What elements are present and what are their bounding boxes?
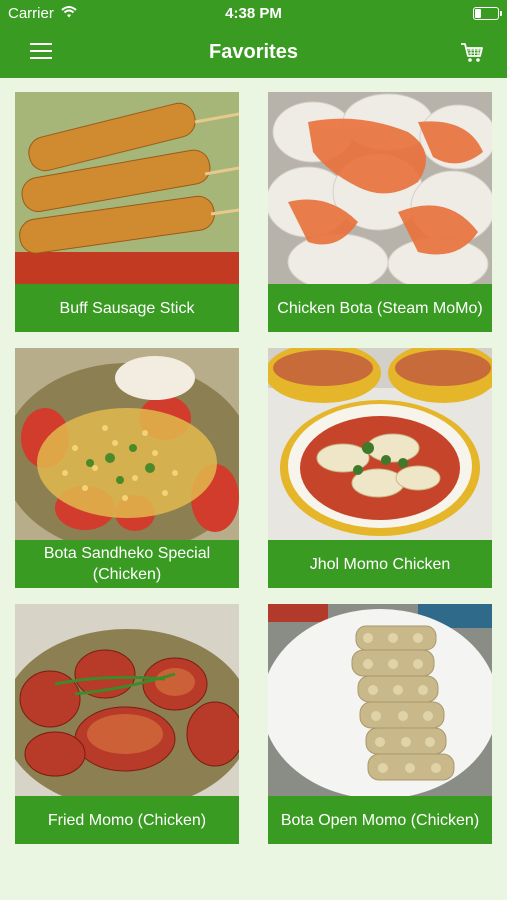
favorite-card-fried-momo-chicken[interactable]: Fried Momo (Chicken) bbox=[15, 604, 239, 844]
favorite-name: Jhol Momo Chicken bbox=[268, 540, 492, 588]
status-bar: Carrier 4:38 PM bbox=[0, 0, 507, 28]
favorite-name: Bota Open Momo (Chicken) bbox=[268, 796, 492, 844]
food-photo bbox=[268, 348, 492, 540]
food-photo bbox=[15, 92, 239, 284]
favorite-name: Bota Sandheko Special (Chicken) bbox=[15, 540, 239, 588]
favorite-card-bota-open-momo-chicken[interactable]: Bota Open Momo (Chicken) bbox=[268, 604, 492, 844]
page-title: Favorites bbox=[209, 41, 298, 63]
favorite-card-chicken-bota[interactable]: Chicken Bota (Steam MoMo) bbox=[268, 92, 492, 332]
food-photo bbox=[268, 92, 492, 284]
nav-bar: Favorites bbox=[0, 28, 507, 78]
favorite-card-bota-sandheko-special[interactable]: Bota Sandheko Special (Chicken) bbox=[15, 348, 239, 588]
favorite-name: Fried Momo (Chicken) bbox=[15, 796, 239, 844]
clock: 4:38 PM bbox=[225, 5, 282, 22]
shopping-cart-icon[interactable] bbox=[459, 39, 485, 65]
favorite-card-jhol-momo-chicken[interactable]: Jhol Momo Chicken bbox=[268, 348, 492, 588]
food-photo bbox=[15, 604, 239, 796]
favorite-name: Chicken Bota (Steam MoMo) bbox=[268, 284, 492, 332]
food-photo bbox=[15, 348, 239, 540]
favorite-card-buff-sausage-stick[interactable]: Buff Sausage Stick bbox=[15, 92, 239, 332]
food-photo bbox=[268, 604, 492, 796]
favorite-name: Buff Sausage Stick bbox=[15, 284, 239, 332]
battery-icon bbox=[473, 7, 502, 20]
